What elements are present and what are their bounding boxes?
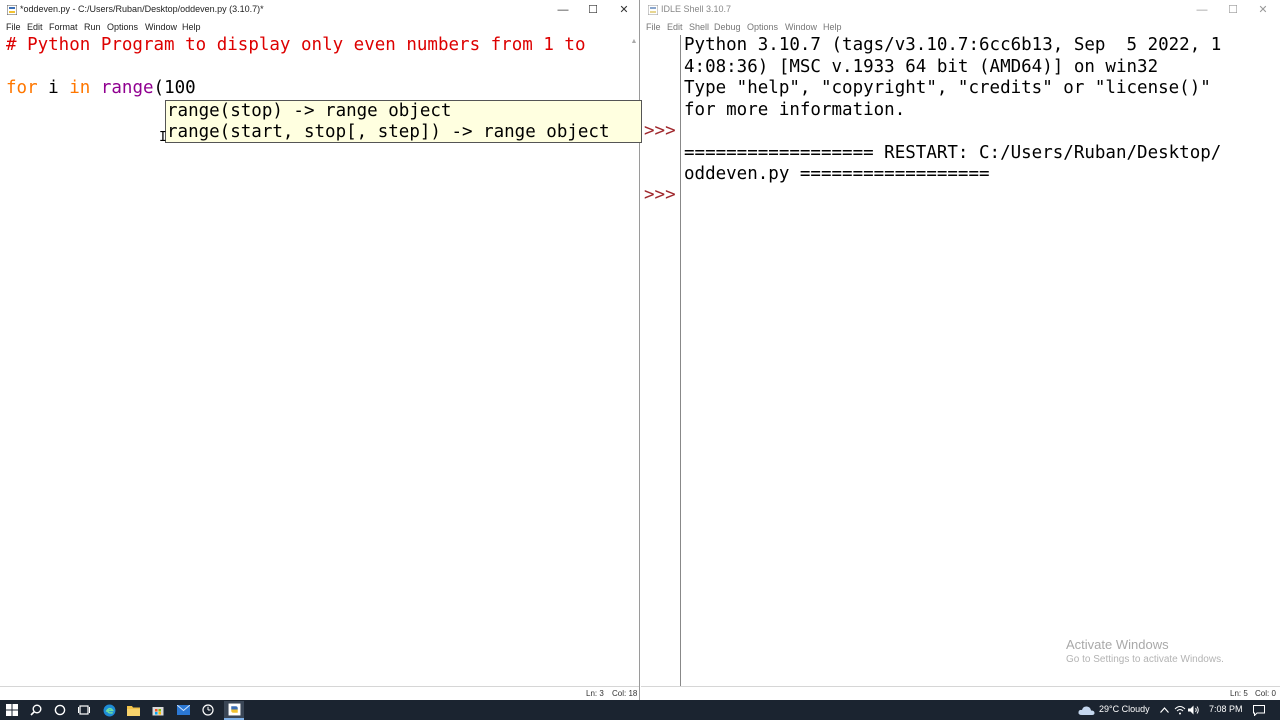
maximize-icon[interactable]: ☐ bbox=[1218, 0, 1248, 20]
shell-prompt-sidebar: >>> >>> bbox=[641, 35, 680, 686]
builtin-range: range bbox=[100, 78, 154, 98]
shell-sidebar-divider bbox=[680, 35, 681, 686]
shell-output-line: for more information. bbox=[684, 99, 906, 120]
editor-window-title: *oddeven.py - C:/Users/Ruban/Desktop/odd… bbox=[20, 4, 264, 14]
clock-app-icon[interactable] bbox=[200, 702, 216, 718]
editor-status-col: Col: 18 bbox=[612, 689, 638, 698]
minimize-icon[interactable]: — bbox=[1187, 0, 1217, 20]
shell-output-area[interactable]: Python 3.10.7 (tags/v3.10.7:6cc6b13, Sep… bbox=[684, 35, 1280, 686]
editor-statusbar: Ln: 3 Col: 18 bbox=[0, 686, 639, 700]
loop-variable: i bbox=[37, 78, 70, 98]
search-icon[interactable] bbox=[28, 702, 44, 718]
keyword-for: for bbox=[6, 78, 38, 98]
maximize-icon[interactable]: ☐ bbox=[578, 0, 608, 20]
activate-windows-subtitle: Go to Settings to activate Windows. bbox=[1066, 654, 1224, 665]
menu-file[interactable]: File bbox=[646, 22, 661, 32]
edge-icon[interactable] bbox=[101, 702, 117, 718]
idle-taskbar-icon[interactable] bbox=[224, 701, 244, 720]
menu-options[interactable]: Options bbox=[747, 22, 778, 32]
menu-shell[interactable]: Shell bbox=[689, 22, 709, 32]
mail-icon[interactable] bbox=[175, 702, 191, 718]
file-explorer-icon[interactable] bbox=[125, 702, 141, 718]
menu-file[interactable]: File bbox=[6, 22, 21, 32]
menu-edit[interactable]: Edit bbox=[27, 22, 43, 32]
menu-window[interactable]: Window bbox=[145, 22, 177, 32]
chevron-up-icon[interactable] bbox=[1156, 702, 1172, 718]
code-line-comment: # Python Program to display only even nu… bbox=[6, 35, 586, 55]
menu-options[interactable]: Options bbox=[107, 22, 138, 32]
idle-app-icon bbox=[648, 5, 658, 15]
editor-menubar: File Edit Format Run Options Window Help bbox=[0, 20, 639, 35]
task-view-icon[interactable] bbox=[76, 702, 92, 718]
shell-window-title: IDLE Shell 3.10.7 bbox=[661, 4, 732, 14]
code-line-for: for i in range(100 bbox=[6, 78, 196, 100]
shell-output-line: Python 3.10.7 (tags/v3.10.7:6cc6b13, Sep… bbox=[684, 35, 1222, 55]
notification-icon[interactable] bbox=[1251, 702, 1267, 718]
store-icon[interactable] bbox=[150, 702, 166, 718]
editor-titlebar[interactable]: *oddeven.py - C:/Users/Ruban/Desktop/odd… bbox=[0, 0, 639, 20]
shell-window: IDLE Shell 3.10.7 — ☐ ✕ File Edit Shell … bbox=[641, 0, 1280, 700]
range-args: (100 bbox=[153, 78, 196, 98]
editor-status-line: Ln: 3 bbox=[586, 689, 604, 698]
shell-titlebar[interactable]: IDLE Shell 3.10.7 — ☐ ✕ bbox=[641, 0, 1280, 20]
windows-start-icon[interactable] bbox=[4, 702, 20, 718]
shell-restart-line: ================== RESTART: C:/Users/Rub… bbox=[684, 142, 1222, 163]
calltip-line-2: range(start, stop[, step]) -> range obje… bbox=[167, 122, 610, 142]
shell-status-line: Ln: 5 bbox=[1230, 689, 1248, 698]
menu-help[interactable]: Help bbox=[823, 22, 842, 32]
shell-restart-line: oddeven.py ================== bbox=[684, 164, 990, 184]
shell-output-line: 4:08:36) [MSC v.1933 64 bit (AMD64)] on … bbox=[684, 56, 1159, 77]
shell-prompt: >>> bbox=[644, 121, 676, 141]
menu-window[interactable]: Window bbox=[785, 22, 817, 32]
menu-format[interactable]: Format bbox=[49, 22, 78, 32]
clock-time[interactable]: 7:08 PM bbox=[1209, 704, 1243, 714]
menu-edit[interactable]: Edit bbox=[667, 22, 683, 32]
close-icon[interactable]: ✕ bbox=[609, 0, 639, 20]
minimize-icon[interactable]: — bbox=[548, 0, 578, 20]
keyword-in: in bbox=[69, 78, 91, 98]
menu-help[interactable]: Help bbox=[182, 22, 201, 32]
taskbar: 29°C Cloudy 7:08 PM bbox=[0, 700, 1280, 720]
cortana-icon[interactable] bbox=[52, 702, 68, 718]
close-icon[interactable]: ✕ bbox=[1248, 0, 1278, 20]
weather-icon[interactable] bbox=[1076, 702, 1096, 718]
shell-status-col: Col: 0 bbox=[1255, 689, 1276, 698]
menu-run[interactable]: Run bbox=[84, 22, 101, 32]
shell-prompt: >>> bbox=[644, 185, 676, 205]
activate-windows-title: Activate Windows bbox=[1066, 637, 1169, 652]
shell-menubar: File Edit Shell Debug Options Window Hel… bbox=[641, 20, 1280, 35]
menu-debug[interactable]: Debug bbox=[714, 22, 741, 32]
text-cursor-icon: I bbox=[159, 130, 167, 145]
scroll-up-arrow-icon[interactable]: ▲ bbox=[630, 38, 638, 46]
calltip-popup: range(stop) -> range object range(start,… bbox=[165, 100, 642, 143]
weather-text[interactable]: 29°C Cloudy bbox=[1099, 704, 1150, 714]
shell-output-line: Type "help", "copyright", "credits" or "… bbox=[684, 78, 1211, 98]
volume-icon[interactable] bbox=[1186, 702, 1202, 718]
calltip-line-1: range(stop) -> range object bbox=[167, 101, 452, 121]
shell-statusbar: Ln: 5 Col: 0 bbox=[641, 686, 1280, 700]
idle-app-icon bbox=[7, 5, 17, 15]
